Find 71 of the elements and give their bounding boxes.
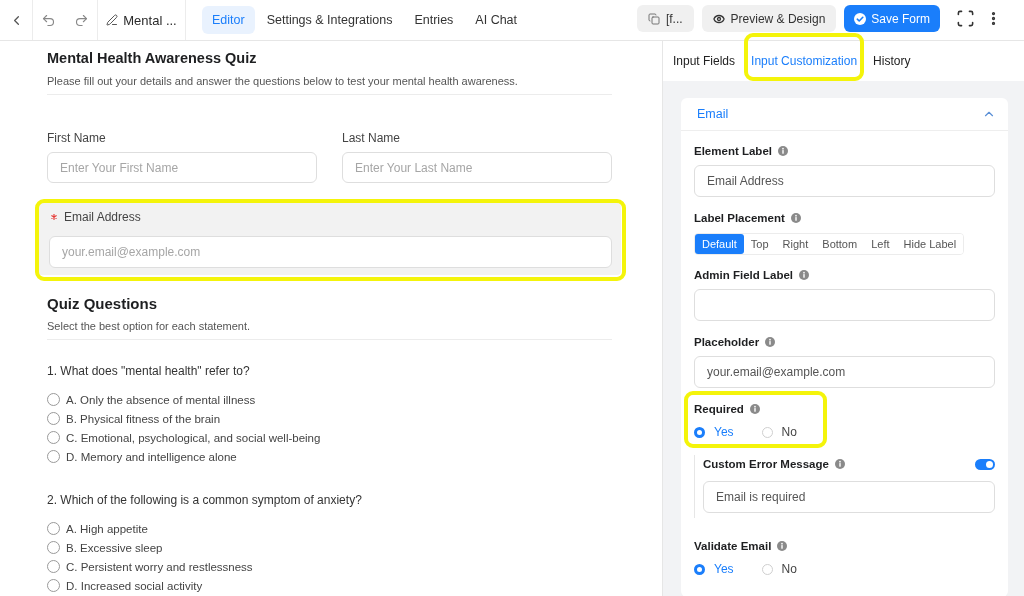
info-icon xyxy=(777,541,788,551)
undo-icon[interactable] xyxy=(41,12,56,28)
radio-button[interactable] xyxy=(694,563,705,575)
field-label: First Name xyxy=(47,131,107,145)
check-circle-icon xyxy=(854,12,867,25)
radio-button[interactable] xyxy=(761,563,773,575)
input-field[interactable]: Email Address xyxy=(694,165,995,197)
radio-button[interactable] xyxy=(761,426,773,438)
section-description: Select the best option for each statement. xyxy=(47,319,251,333)
option-text: Yes xyxy=(714,425,734,439)
nav-tab[interactable]: Settings & Integrations xyxy=(256,6,403,34)
section-heading: Quiz Questions xyxy=(47,295,158,313)
option-text: Yes xyxy=(714,562,734,576)
radio-button[interactable] xyxy=(47,522,60,535)
question-text: 1. What does "mental health" refer to? xyxy=(47,363,251,379)
option-text: C. Persistent worry and restlessness xyxy=(66,560,253,573)
input-field[interactable]: your.email@example.com xyxy=(49,236,612,268)
info-icon xyxy=(765,337,776,347)
info-icon xyxy=(790,213,801,223)
option-text: D. Memory and intelligence alone xyxy=(66,450,237,463)
setting-label: Custom Error Message xyxy=(703,458,829,470)
question-text: 2. Which of the following is a common symptom of anxiety? xyxy=(47,492,363,508)
input-field[interactable]: Email is required xyxy=(703,481,995,513)
setting-label: Admin Field Label xyxy=(694,269,794,281)
input-field[interactable] xyxy=(694,289,995,321)
pencil-icon xyxy=(106,14,119,26)
radio-button[interactable] xyxy=(47,412,60,425)
setting-label: Element Label xyxy=(694,145,772,157)
option-text: D. Increased social activity xyxy=(66,579,203,592)
option-text: No xyxy=(781,425,797,439)
save-button[interactable]: Save Form xyxy=(844,5,940,32)
shortcode-button[interactable]: [f... xyxy=(636,5,694,32)
info-icon xyxy=(834,459,845,469)
field-label: Email Address xyxy=(64,210,141,224)
form-description: Please fill out your details and answer the questions below to test your mental health awareness. xyxy=(47,74,519,88)
radio-button[interactable] xyxy=(47,431,60,444)
radio-button[interactable] xyxy=(47,450,60,463)
radio-button[interactable] xyxy=(47,560,60,573)
radio-button[interactable] xyxy=(47,579,60,592)
radio-button[interactable] xyxy=(47,541,60,554)
input-field[interactable]: your.email@example.com xyxy=(694,356,995,388)
form-title: Mental Health Awareness Quiz xyxy=(47,49,258,67)
fullscreen-icon[interactable] xyxy=(956,9,975,28)
eye-icon xyxy=(712,12,725,25)
setting-label: Validate Email xyxy=(694,540,772,552)
setting-label: Placeholder xyxy=(694,336,760,348)
info-icon xyxy=(799,270,810,280)
info-icon xyxy=(749,404,760,414)
radio-button[interactable] xyxy=(47,393,60,406)
setting-label: Label Placement xyxy=(694,212,785,224)
nav-tab[interactable]: AI Chat xyxy=(465,6,528,34)
option-text: B. Excessive sleep xyxy=(66,541,163,554)
setting-label: Required xyxy=(694,403,744,415)
info-icon xyxy=(777,146,788,156)
section-title: Email xyxy=(697,107,729,121)
nav-tab[interactable]: Entries xyxy=(404,6,464,34)
preview-button[interactable]: Preview & Design xyxy=(701,5,837,32)
option-text: B. Physical fitness of the brain xyxy=(66,412,221,425)
radio-button[interactable] xyxy=(694,426,705,438)
field-label: Last Name xyxy=(342,131,402,145)
toggle-switch[interactable] xyxy=(975,458,995,470)
option-text: A. High appetite xyxy=(66,522,148,535)
input-field[interactable]: Enter Your First Name xyxy=(47,152,317,183)
option-text: No xyxy=(781,562,797,576)
redo-icon[interactable] xyxy=(74,12,89,28)
input-field[interactable]: Enter Your Last Name xyxy=(342,152,612,183)
copy-icon xyxy=(647,12,660,25)
option-text: C. Emotional, psychological, and social well-being xyxy=(66,431,321,444)
segment-button[interactable]: Default xyxy=(695,234,744,254)
option-text: A. Only the absence of mental illness xyxy=(66,393,256,406)
form-name[interactable]: Mental ... xyxy=(123,12,177,28)
